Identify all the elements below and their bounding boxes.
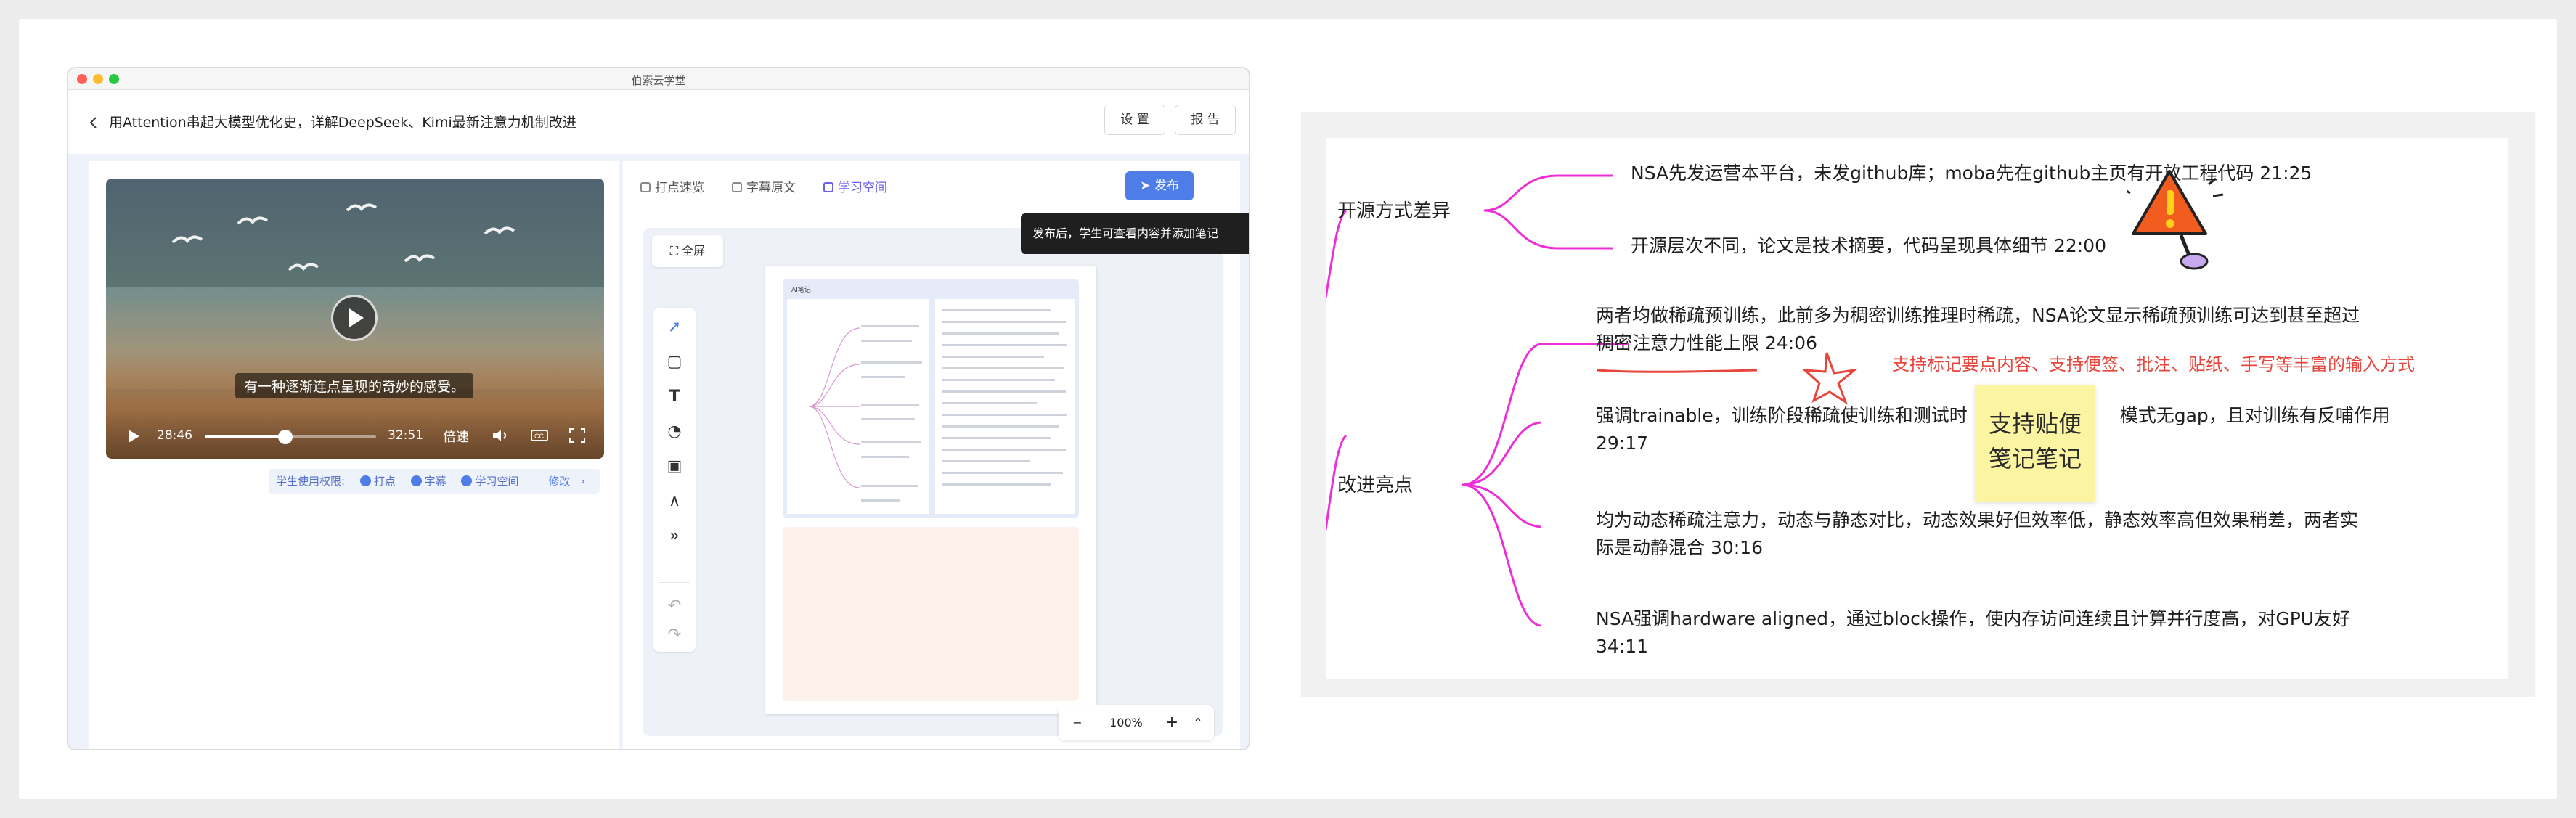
toolbar-divider [659,582,690,583]
collapse-icon[interactable]: ⌃ [1189,705,1207,740]
mini-mindmap [787,299,929,514]
student-permissions-bar: 学生使用权限: 打点 字幕 学习空间 修改 › [269,469,600,494]
mindmap-canvas[interactable]: 开源方式差异 改进亮点 NSA先发运营本平台，未发github库；moba先在g… [1326,138,2508,679]
settings-button[interactable]: 设 置 [1104,105,1165,135]
shape-tool-icon[interactable]: ◔ [664,421,685,443]
current-time: 28:46 [157,428,192,443]
report-button[interactable]: 报 告 [1175,105,1236,135]
zoom-controls: − 100% + ⌃ [1059,705,1214,740]
permissions-label: 学生使用权限: [276,475,346,488]
blank-note-thumbnail [783,527,1079,701]
page-header: 用Attention串起大模型优化史，详解DeepSeek、Kimi最新注意力机… [68,90,1249,154]
chevron-left-icon[interactable] [87,116,100,129]
permission-study-space: 学习空间 [475,475,519,488]
mindmap-leaf[interactable]: 两者均做稀疏预训练，此前多为稠密训练推理时稀疏，NSA论文显示稀疏预训练可达到甚… [1596,302,2360,357]
video-subtitle: 有一种逐渐连点呈现的奇妙的感受。 [235,373,474,398]
mindmap-leaf[interactable]: 开源层次不同，论文是技术摘要，代码呈现具体细节 22:00 [1631,232,2106,260]
subtitles-icon [732,182,742,192]
study-space-icon [823,182,833,192]
fullscreen-icon[interactable] [568,427,587,444]
bird-illustration [484,226,515,235]
bird-illustration [404,254,436,263]
comment-tool-icon[interactable]: ▣ [664,456,685,478]
mindmap-leaf[interactable]: 均为动态稀疏注意力，动态与静态对比，动态效果好但效率低，静态效率高但效果稍差，两… [1596,507,2358,562]
mindmap-node-open-source[interactable]: 开源方式差异 [1337,197,1451,225]
permission-keypoints: 打点 [373,475,396,488]
play-overlay-button[interactable] [331,295,378,341]
zoom-level: 100% [1109,716,1143,729]
redo-icon[interactable]: ↷ [664,624,685,646]
progress-handle[interactable] [277,430,293,444]
handwritten-annotation[interactable]: 支持标记要点内容、支持便签、批注、贴纸、手写等丰富的输入方式 [1892,350,2415,375]
tab-subtitles[interactable]: 字幕原文 [732,177,796,195]
more-tools-icon[interactable]: » [664,525,685,547]
warning-sticker-icon[interactable] [2127,164,2229,273]
sticky-note-tool-icon[interactable]: ▢ [664,351,685,373]
speed-button[interactable]: 倍速 [443,427,469,446]
sticky-note[interactable]: 支持贴便 笺记笔记 [1975,385,2095,502]
expand-icon: ⛶ [669,244,682,258]
window-title: 伯索云学堂 [631,74,686,87]
total-time: 32:51 [388,428,423,443]
mini-header: AI笔记 [791,287,811,294]
volume-icon[interactable] [491,427,510,444]
app-window: 伯索云学堂 用Attention串起大模型优化史，详解DeepSeek、Kimi… [67,67,1250,750]
bird-illustration [171,235,203,244]
mindmap-leaf[interactable]: NSA强调hardware aligned，通过block操作，使内存访问连续且… [1596,605,2350,660]
progress-slider[interactable] [205,430,376,444]
title-bar: 伯索云学堂 [68,68,1249,90]
progress-fill [205,435,285,438]
keypoints-icon [640,182,651,192]
zoom-in-icon[interactable]: + [1163,705,1181,740]
send-icon: ➤ [1140,179,1154,193]
play-icon[interactable] [126,428,141,444]
mini-mindmap-lines [808,325,922,502]
undo-icon[interactable]: ↶ [664,595,685,617]
bird-illustration [346,203,378,212]
zoom-out-icon[interactable]: − [1069,705,1086,740]
publish-tooltip: 发布后，学生可查看内容并添加笔记 ✕ [1021,213,1249,254]
mini-notes-text [935,299,1075,514]
text-tool-icon[interactable]: T [664,386,685,408]
check-icon [359,475,371,486]
check-icon [461,475,473,486]
pointer-tool-icon[interactable]: ➚ [664,316,685,338]
play-icon [349,308,364,327]
tab-study-space[interactable]: 学习空间 [823,177,887,195]
captions-icon[interactable]: CC [530,427,549,444]
video-controls: 28:46 32:51 倍速 CC [106,415,604,459]
note-canvas[interactable]: ⛶ 全屏 ➚ ▢ T ◔ ▣ ∧ » ↶ ↷ AI笔记 − 100% + ⌃ [643,228,1223,740]
fullscreen-button[interactable]: ⛶ 全屏 [652,235,723,267]
check-icon [410,475,422,486]
svg-text:CC: CC [534,433,544,440]
tab-keypoints[interactable]: 打点速览 [640,177,704,195]
pen-tool-icon[interactable]: ∧ [664,491,685,512]
notes-pane: 打点速览 字幕原文 学习空间 ➤ 发布 发布后，学生可查看内容并添加笔记 ✕ ⛶… [623,161,1249,749]
note-page: AI笔记 [765,266,1096,714]
mini-notes-lines [942,309,1067,486]
bird-illustration [237,216,269,225]
permission-subtitles: 字幕 [424,475,447,488]
publish-button[interactable]: ➤ 发布 [1125,171,1194,200]
drawing-toolbar: ➚ ▢ T ◔ ▣ ∧ » ↶ ↷ [653,308,696,652]
ai-notes-thumbnail: AI笔记 [783,279,1079,518]
bird-illustration [288,263,319,271]
video-player[interactable]: 有一种逐渐连点呈现的奇妙的感受。 28:46 32:51 倍速 CC [106,179,604,459]
mindmap-node-improvements[interactable]: 改进亮点 [1337,472,1413,499]
edit-permissions-link[interactable]: 修改 › [548,475,585,488]
page-title: 用Attention串起大模型优化史，详解DeepSeek、Kimi最新注意力机… [109,115,576,131]
